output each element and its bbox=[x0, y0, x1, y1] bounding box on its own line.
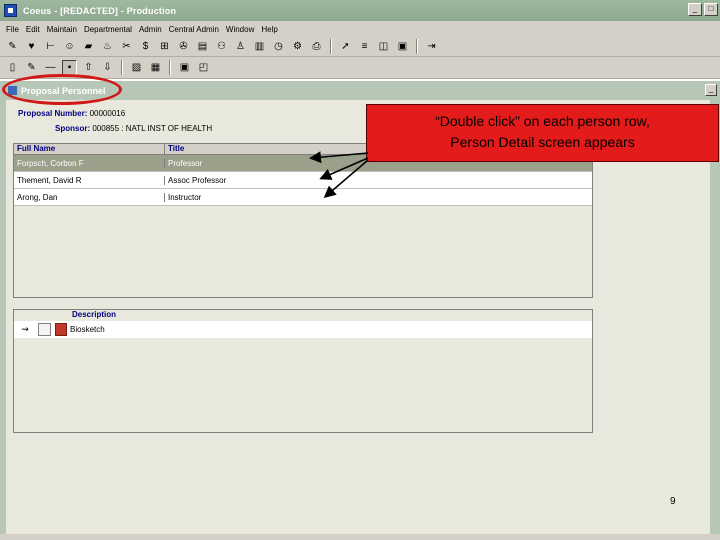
pdf-icon[interactable] bbox=[55, 323, 67, 336]
attachment-table: Description ⇝ Biosketch bbox=[13, 309, 593, 433]
biosketch-icon[interactable]: ▨ bbox=[129, 60, 144, 75]
coeus-app-icon bbox=[4, 4, 17, 17]
menu-central-admin[interactable]: Central Admin bbox=[169, 25, 219, 34]
proposal-personnel-icon[interactable]: ▪ bbox=[62, 60, 77, 75]
personnel-table-body: Forpsch, Corbon F Professor Thement, Dav… bbox=[14, 155, 592, 206]
highlight-oval bbox=[2, 74, 122, 105]
down-arrow-icon[interactable]: ⇩ bbox=[100, 60, 115, 75]
person-icon[interactable]: ♙ bbox=[233, 39, 248, 54]
app-titlebar: Coeus - [REDACTED] - Production _ □ bbox=[0, 0, 720, 21]
slide-page-number: 9 bbox=[670, 496, 676, 507]
tools-icon[interactable]: ✇ bbox=[176, 39, 191, 54]
edit-pencil-icon[interactable]: ✎ bbox=[5, 39, 20, 54]
columns-icon[interactable]: ▥ bbox=[252, 39, 267, 54]
gear-icon[interactable]: ⚙ bbox=[290, 39, 305, 54]
tree-icon[interactable]: ⊢ bbox=[43, 39, 58, 54]
proposal-number-value: 00000016 bbox=[89, 109, 126, 118]
scissors-icon[interactable]: ✂ bbox=[119, 39, 134, 54]
person-name-cell: Arong, Dan bbox=[14, 192, 165, 202]
group-icon[interactable]: ⚇ bbox=[214, 39, 229, 54]
row-pointer-icon: ⇝ bbox=[21, 324, 29, 334]
save-icon[interactable]: ▣ bbox=[177, 60, 192, 75]
new-document-icon[interactable]: ▯ bbox=[5, 60, 20, 75]
table-row[interactable]: Arong, Dan Instructor bbox=[14, 189, 592, 206]
grid-icon[interactable]: ⊞ bbox=[157, 39, 172, 54]
line-icon[interactable]: — bbox=[43, 60, 58, 75]
chart-icon[interactable]: ▦ bbox=[148, 60, 163, 75]
sponsor-label: Sponsor: bbox=[55, 124, 91, 133]
instruction-callout: “Double click” on each person row, Perso… bbox=[366, 104, 719, 162]
up-arrow-icon[interactable]: ⇧ bbox=[81, 60, 96, 75]
toolbar-separator bbox=[169, 60, 171, 75]
callout-line-2: Person Detail screen appears bbox=[450, 134, 635, 150]
cursor-icon[interactable]: ➚ bbox=[338, 39, 353, 54]
exit-door-icon[interactable]: ⇥ bbox=[424, 39, 439, 54]
window-icon[interactable]: ▣ bbox=[395, 39, 410, 54]
menu-edit[interactable]: Edit bbox=[26, 25, 40, 34]
menu-admin[interactable]: Admin bbox=[139, 25, 162, 34]
left-frame-edge bbox=[0, 100, 6, 540]
list-icon[interactable]: ≡ bbox=[357, 39, 372, 54]
sponsor-value: 000855 : NATL INST OF HEALTH bbox=[92, 124, 213, 133]
person-name-cell: Thement, David R bbox=[14, 175, 165, 185]
person-title-cell: Assoc Professor bbox=[168, 175, 227, 185]
clock-icon[interactable]: ◷ bbox=[271, 39, 286, 54]
document-toolbar: ▯ ✎ — ▪ ⇧ ⇩ ▨ ▦ ▣ ◰ bbox=[0, 57, 720, 79]
heart-icon[interactable]: ♥ bbox=[24, 39, 39, 54]
attachment-description: Biosketch bbox=[70, 325, 105, 334]
maximize-button[interactable]: □ bbox=[704, 3, 718, 16]
document-minimize-button[interactable]: _ bbox=[705, 84, 717, 96]
toolbar-separator bbox=[416, 39, 418, 54]
status-bar bbox=[0, 534, 720, 540]
truck-icon[interactable]: ▰ bbox=[81, 39, 96, 54]
list-item[interactable]: ⇝ Biosketch bbox=[14, 321, 592, 338]
edit-icon[interactable]: ✎ bbox=[24, 60, 39, 75]
menu-bar: File Edit Maintain Departmental Admin Ce… bbox=[0, 21, 720, 37]
menu-file[interactable]: File bbox=[6, 25, 19, 34]
table-row[interactable]: Thement, David R Assoc Professor bbox=[14, 172, 592, 189]
person-title-cell: Instructor bbox=[168, 192, 202, 202]
column-header-description[interactable]: Description bbox=[70, 310, 592, 320]
people-icon[interactable]: ☺ bbox=[62, 39, 77, 54]
column-header-full-name[interactable]: Full Name bbox=[14, 144, 165, 154]
menu-help[interactable]: Help bbox=[261, 25, 277, 34]
close-document-icon[interactable]: ◰ bbox=[196, 60, 211, 75]
tile-vertical-icon[interactable]: ◫ bbox=[376, 39, 391, 54]
sponsor-field: Sponsor: 000855 : NATL INST OF HEALTH bbox=[55, 124, 212, 133]
person-name-cell: Forpsch, Corbon F bbox=[14, 158, 165, 168]
menu-departmental[interactable]: Departmental bbox=[84, 25, 132, 34]
personnel-table: Full Name Title Forpsch, Corbon F Profes… bbox=[13, 143, 593, 298]
main-toolbar: ✎ ♥ ⊢ ☺ ▰ ♨ ✂ $ ⊞ ✇ ▤ ⚇ ♙ ▥ ◷ ⚙ ⎙ ➚ ≡ ◫ … bbox=[0, 37, 720, 57]
flask-icon[interactable]: ♨ bbox=[100, 39, 115, 54]
menu-maintain[interactable]: Maintain bbox=[47, 25, 77, 34]
toolbar-separator bbox=[121, 60, 123, 75]
window-title: Coeus - [REDACTED] - Production bbox=[23, 5, 177, 16]
card-icon[interactable]: ▤ bbox=[195, 39, 210, 54]
proposal-number-field: Proposal Number: 00000016 bbox=[18, 109, 125, 118]
attachment-checkbox[interactable] bbox=[38, 323, 51, 336]
window-controls: _ □ bbox=[688, 3, 718, 16]
menu-window[interactable]: Window bbox=[226, 25, 254, 34]
toolbar-separator bbox=[330, 39, 332, 54]
proposal-number-label: Proposal Number: bbox=[18, 109, 88, 118]
money-icon[interactable]: $ bbox=[138, 39, 153, 54]
printer-icon[interactable]: ⎙ bbox=[309, 39, 324, 54]
right-frame-edge bbox=[710, 100, 720, 540]
minimize-button[interactable]: _ bbox=[688, 3, 702, 16]
callout-line-1: “Double click” on each person row, bbox=[435, 113, 650, 129]
